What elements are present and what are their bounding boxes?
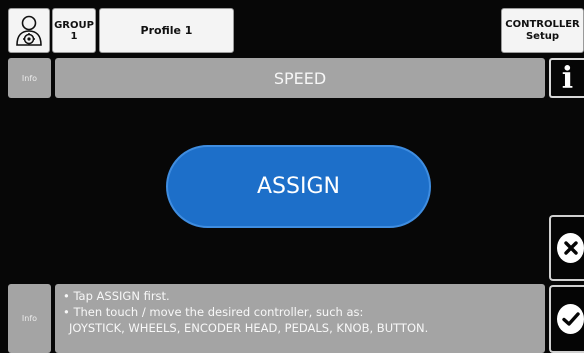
info-icon: i bbox=[561, 60, 574, 96]
profile-label: Profile 1 bbox=[140, 24, 193, 37]
check-icon bbox=[557, 304, 584, 334]
help-line-2: • Then touch / move the desired controll… bbox=[63, 305, 364, 319]
group-label: GROUP bbox=[54, 19, 94, 31]
page-title: SPEED bbox=[55, 58, 545, 98]
assign-label: ASSIGN bbox=[257, 174, 340, 199]
close-icon bbox=[557, 233, 584, 263]
info-button[interactable]: i bbox=[549, 58, 584, 98]
help-text-panel: • Tap ASSIGN first. • Then touch / move … bbox=[55, 284, 545, 353]
group-button[interactable]: GROUP 1 bbox=[52, 8, 96, 53]
controller-sub-label: Setup bbox=[525, 30, 560, 42]
user-settings-icon bbox=[16, 15, 42, 46]
controller-label: CONTROLLER bbox=[505, 18, 580, 30]
help-line-1: • Tap ASSIGN first. bbox=[63, 289, 170, 303]
assign-button[interactable]: ASSIGN bbox=[166, 145, 431, 228]
controller-setup-button[interactable]: CONTROLLER Setup bbox=[501, 8, 584, 53]
group-number: 1 bbox=[70, 30, 78, 42]
info-bottom-label: Info bbox=[8, 284, 51, 353]
user-settings-button[interactable] bbox=[8, 8, 50, 53]
confirm-button[interactable] bbox=[549, 285, 584, 353]
cancel-button[interactable] bbox=[549, 215, 584, 281]
info-top-label: Info bbox=[8, 58, 51, 98]
help-line-3: JOYSTICK, WHEELS, ENCODER HEAD, PEDALS, … bbox=[69, 321, 429, 335]
profile-button[interactable]: Profile 1 bbox=[99, 8, 234, 53]
